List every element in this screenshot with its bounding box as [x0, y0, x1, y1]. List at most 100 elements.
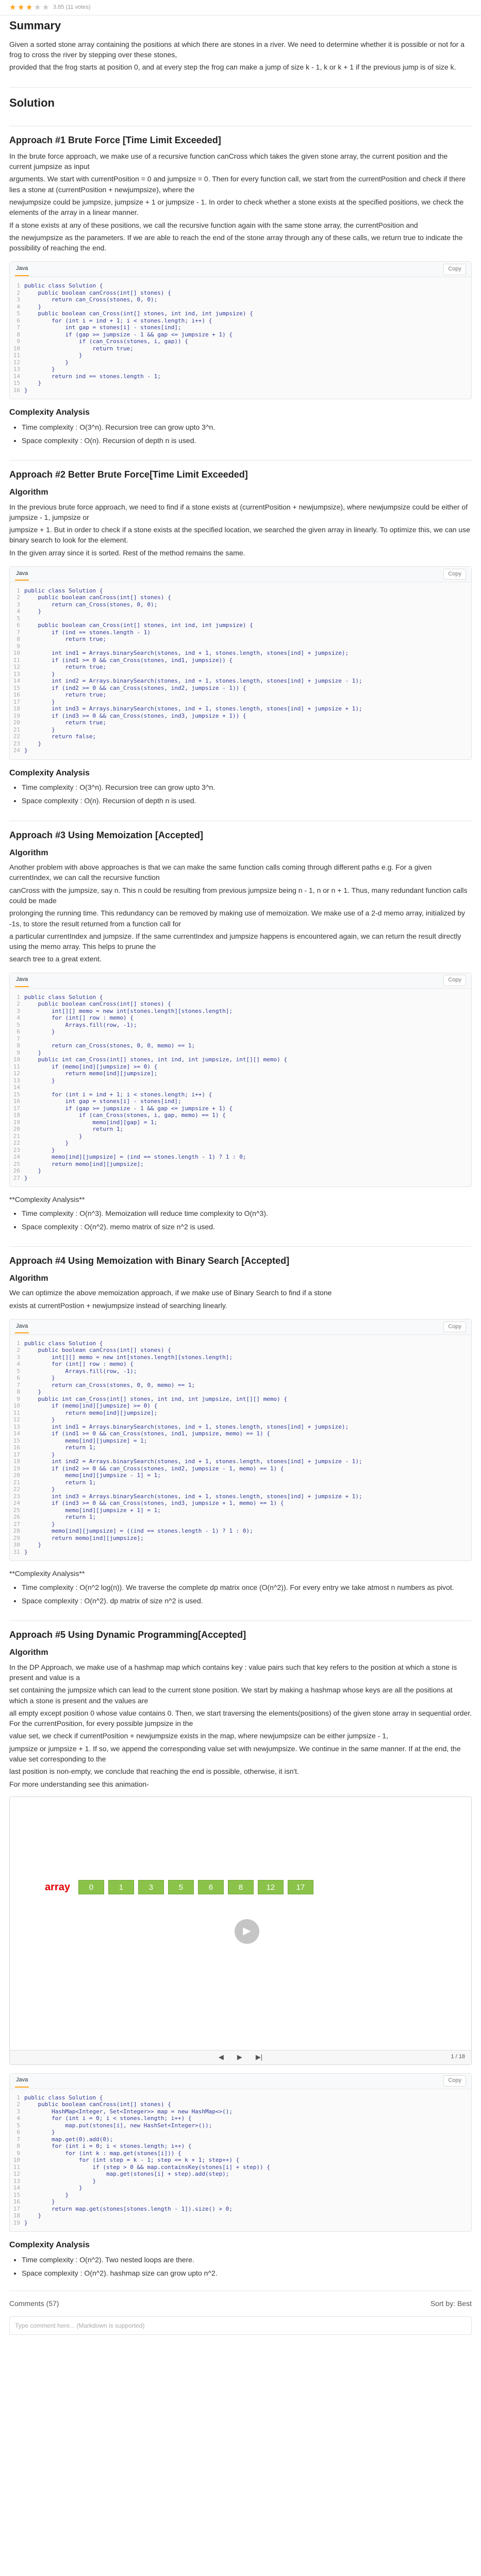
code-text: } — [24, 1049, 42, 1056]
approach-text: arguments. We start with currentPosition… — [9, 175, 466, 194]
line-number: 29 — [13, 1534, 20, 1541]
code-line: 12 map.get(stones[i] + step).add(step); — [10, 2171, 466, 2178]
complexity-list: Time complexity : O(n^2 log(n)). We trav… — [22, 1582, 472, 1606]
code-text: int ind1 = Arrays.binarySearch(stones, i… — [24, 650, 349, 657]
line-number: 13 — [13, 1077, 20, 1084]
line-number: 16 — [13, 1098, 20, 1105]
line-number: 3 — [16, 601, 20, 608]
comment-input[interactable]: Type comment here... (Markdown is suppor… — [9, 2316, 472, 2335]
line-number: 11 — [13, 1063, 20, 1070]
complexity-item: Time complexity : O(n^2). Two nested loo… — [22, 2255, 472, 2265]
code-line: 3 int[][] memo = new int[stones.length][… — [10, 1008, 466, 1015]
complexity-item: Space complexity : O(n^2). dp matrix of … — [22, 1596, 472, 1606]
code-line: 7 return can_Cross(stones, 0, 0, memo) =… — [10, 1382, 466, 1389]
line-number: 8 — [16, 2143, 20, 2150]
line-number: 12 — [13, 2171, 20, 2178]
copy-button[interactable]: Copy — [443, 263, 466, 275]
complexity-heading: Complexity Analysis — [9, 768, 90, 777]
line-number: 11 — [13, 656, 20, 664]
code-line: 20 memo[ind][jumpsize - 1] = 1; — [10, 1472, 466, 1479]
code-text: public class Solution { — [24, 282, 103, 290]
play-icon[interactable]: ▶ — [235, 1919, 259, 1944]
copy-button[interactable]: Copy — [443, 1321, 466, 1333]
code-line: 5 Arrays.fill(row, -1); — [10, 1022, 466, 1029]
line-number: 9 — [16, 1395, 20, 1402]
code-text: return can_Cross(stones, 0, 0, memo) == … — [24, 1042, 195, 1049]
copy-button[interactable]: Copy — [443, 2075, 466, 2087]
code-text: for (int i = ind + 1; i < stones.length;… — [24, 1091, 212, 1098]
code-line: 5 Arrays.fill(row, -1); — [10, 1368, 466, 1375]
animation-player[interactable]: array 0 1 3 5 6 8 12 17 ▶ ◀ ▶ ▶| 1 / 18 — [9, 1796, 472, 2065]
language-tab[interactable]: Java — [15, 263, 29, 276]
star-icon[interactable]: ★ — [9, 4, 17, 11]
line-number: 7 — [16, 2136, 20, 2143]
star-icon[interactable]: ★ — [26, 4, 34, 11]
code-text: return 1; — [24, 1444, 96, 1451]
code-line: 16 return true; — [10, 691, 466, 699]
code-block: Java Copy 1 public class Solution {2 publi… — [9, 566, 472, 760]
language-tab[interactable]: Java — [15, 568, 29, 581]
code-line: 4 } — [10, 608, 466, 615]
copy-button[interactable]: Copy — [443, 568, 466, 580]
code-text: if (step > 0 && map.containsKey(stones[i… — [24, 2163, 270, 2171]
code-line: 26 return 1; — [10, 1514, 466, 1521]
star-icon[interactable]: ★ — [18, 4, 25, 11]
code-line: 23 int ind3 = Arrays.binarySearch(stones… — [10, 1493, 466, 1500]
code-text: public class Solution { — [24, 2094, 103, 2101]
code-text: public boolean can_Cross(int[] stones, i… — [24, 310, 253, 317]
sort-dropdown[interactable]: Sort by: Best — [430, 2298, 472, 2309]
line-number: 1 — [16, 282, 20, 290]
code-text: HashMap<Integer, Set<Integer>> map = new… — [24, 2108, 233, 2115]
language-tab[interactable]: Java — [15, 974, 29, 988]
code-line: 14 — [10, 1084, 466, 1091]
approach-text: In the given array since it is sorted. R… — [9, 548, 245, 557]
code-line: 16 return 1; — [10, 1444, 466, 1451]
line-number: 5 — [16, 1367, 20, 1375]
previous-icon[interactable]: ◀ — [219, 2053, 224, 2062]
approach-text: jumpsize + 1. But in order to check if a… — [9, 526, 470, 545]
play-pause-icon[interactable]: ▶ — [237, 2053, 242, 2062]
line-number: 22 — [13, 733, 20, 740]
language-tab[interactable]: Java — [15, 2074, 29, 2088]
line-number: 16 — [13, 2198, 20, 2206]
language-tab[interactable]: Java — [15, 1320, 29, 1334]
code-line: 12 } — [10, 1416, 466, 1423]
code-line: 16} — [10, 387, 466, 394]
code-text: return true; — [24, 664, 106, 671]
solution-heading: Solution — [9, 96, 55, 109]
line-number: 22 — [13, 1140, 20, 1147]
code-text: } — [24, 1028, 55, 1036]
code-block: Java Copy 1 public class Solution {2 publi… — [9, 1318, 472, 1562]
code-text: memo[ind][jumpsize] = 1; — [24, 1437, 147, 1444]
line-number: 24 — [13, 1500, 20, 1507]
animation-array: array 0 1 3 5 6 8 12 17 — [45, 1880, 313, 1895]
code-line: 15 } — [10, 2192, 466, 2199]
line-number: 6 — [16, 1028, 20, 1036]
code-text: } — [24, 1077, 55, 1084]
line-number: 18 — [13, 1112, 20, 1119]
code-line: 14 if (ind1 >= 0 && can_Cross(stones, in… — [10, 1430, 466, 1437]
line-number: 18 — [13, 705, 20, 713]
star-icon[interactable]: ★ — [42, 4, 50, 11]
code-line: 27} — [10, 1175, 466, 1182]
rating-stars[interactable]: ★ ★ ★ ★ ★ — [9, 4, 50, 11]
star-icon[interactable]: ★ — [34, 4, 42, 11]
approach-text: value set, we check if currentPosition +… — [9, 1732, 388, 1740]
code-line: 2 public boolean canCross(int[] stones) … — [10, 1347, 466, 1354]
line-number: 12 — [13, 1070, 20, 1077]
code-text: } — [24, 1541, 42, 1549]
code-line: 15 for (int i = ind + 1; i < stones.leng… — [10, 1091, 466, 1098]
line-number: 3 — [16, 1353, 20, 1361]
complexity-item: Space complexity : O(n). Recursion of de… — [22, 795, 472, 806]
code-text: public class Solution { — [24, 587, 103, 594]
code-block: Java Copy 1 public class Solution {2 publi… — [9, 972, 472, 1188]
code-text: public int can_Cross(int[] stones, int i… — [24, 1056, 287, 1063]
code-line: 10 int ind1 = Arrays.binarySearch(stones… — [10, 650, 466, 657]
copy-button[interactable]: Copy — [443, 975, 466, 987]
next-icon[interactable]: ▶| — [256, 2053, 262, 2062]
code-line: 14 return ind == stones.length - 1; — [10, 373, 466, 380]
code-line: 18 int ind2 = Arrays.binarySearch(stones… — [10, 1458, 466, 1465]
code-text: if (can_Cross(stones, i, gap)) { — [24, 338, 188, 345]
code-text: } — [24, 1146, 55, 1154]
code-line: 1 public class Solution { — [10, 282, 466, 290]
